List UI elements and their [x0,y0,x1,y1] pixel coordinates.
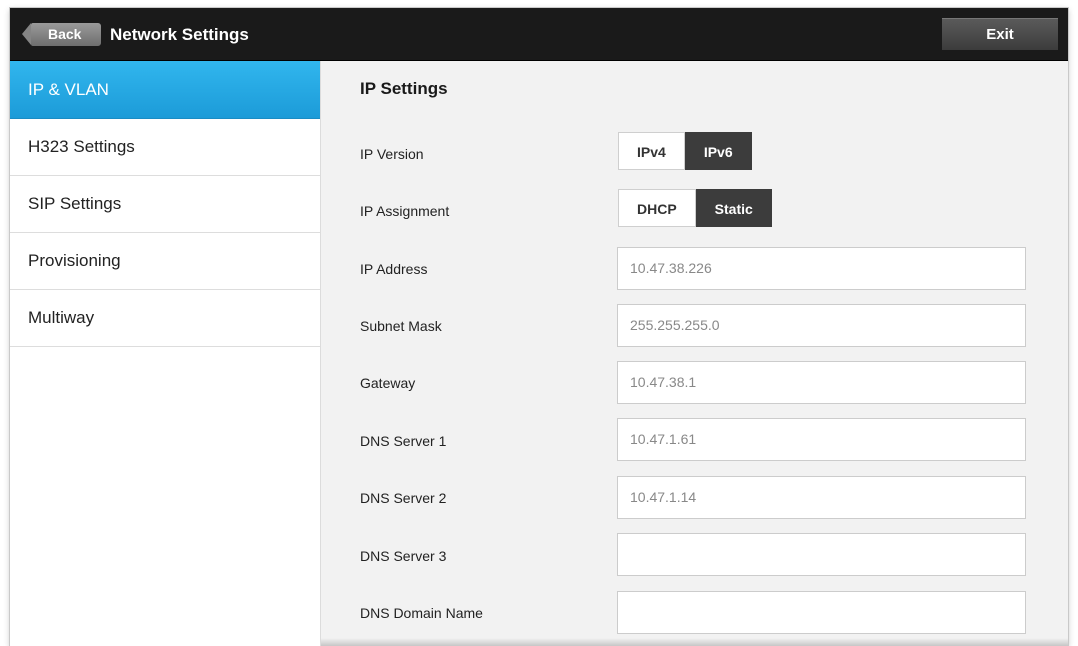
static-option[interactable]: Static [695,189,772,227]
ip-address-label: IP Address [360,261,428,277]
sidebar-item-ip-vlan[interactable]: IP & VLAN [10,61,320,119]
gateway-label: Gateway [360,375,416,391]
gateway-field[interactable]: 10.47.38.1 [617,361,1026,404]
ipv4-option[interactable]: IPv4 [618,132,685,170]
subnet-mask-field[interactable]: 255.255.255.0 [617,304,1026,347]
sidebar: IP & VLAN H323 Settings SIP Settings Pro… [10,61,321,646]
ip-version-toggle: IPv4 IPv6 [618,132,752,170]
top-bar: Back Network Settings Exit [10,8,1068,61]
scroll-edge-shadow [321,638,1068,646]
settings-panel: IP Settings IP Version IPv4 IPv6 IP Assi… [321,61,1068,646]
dns-server-2-field[interactable]: 10.47.1.14 [617,476,1026,519]
ip-assignment-label: IP Assignment [360,203,450,219]
dns-server-1-field[interactable]: 10.47.1.61 [617,418,1026,461]
settings-window: Back Network Settings Exit IP & VLAN H32… [10,8,1068,646]
dns-domain-name-field[interactable] [617,591,1026,634]
ip-version-label: IP Version [360,146,424,162]
dns-server-3-field[interactable] [617,533,1026,576]
back-button[interactable]: Back [22,23,101,46]
ipv6-option[interactable]: IPv6 [684,132,752,170]
ip-assignment-toggle: DHCP Static [618,189,772,227]
subnet-mask-label: Subnet Mask [360,318,442,334]
exit-button[interactable]: Exit [942,18,1058,50]
dns-server-1-label: DNS Server 1 [360,433,447,449]
section-title: IP Settings [360,79,448,98]
dns-server-2-label: DNS Server 2 [360,490,447,506]
page-title: Network Settings [110,25,249,44]
sidebar-item-h323-settings[interactable]: H323 Settings [10,119,320,176]
dns-domain-name-label: DNS Domain Name [360,605,483,621]
sidebar-item-multiway[interactable]: Multiway [10,290,320,347]
sidebar-item-sip-settings[interactable]: SIP Settings [10,176,320,233]
dns-server-3-label: DNS Server 3 [360,548,447,564]
dhcp-option[interactable]: DHCP [618,189,696,227]
sidebar-item-provisioning[interactable]: Provisioning [10,233,320,290]
ip-address-field[interactable]: 10.47.38.226 [617,247,1026,290]
